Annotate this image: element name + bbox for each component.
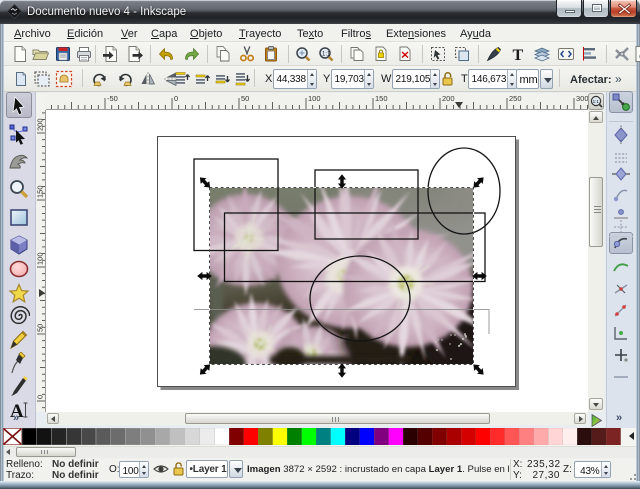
svg-text:100: 100 <box>36 252 45 265</box>
svg-text:250: 250 <box>509 94 522 103</box>
svg-text:300: 300 <box>576 94 588 103</box>
svg-text:150: 150 <box>375 94 388 103</box>
svg-text:200: 200 <box>442 94 455 103</box>
svg-text:-50: -50 <box>107 94 118 103</box>
svg-text:100: 100 <box>308 94 321 103</box>
svg-text:200: 200 <box>36 118 45 131</box>
svg-text:0: 0 <box>36 395 45 399</box>
svg-text:0: 0 <box>174 94 178 103</box>
svg-text:1:1: 1:1 <box>322 51 331 57</box>
svg-text:150: 150 <box>36 185 45 198</box>
svg-text:50: 50 <box>36 324 45 332</box>
svg-text:1:1: 1:1 <box>593 99 600 104</box>
svg-text:T: T <box>513 47 524 63</box>
svg-text:50: 50 <box>241 94 249 103</box>
